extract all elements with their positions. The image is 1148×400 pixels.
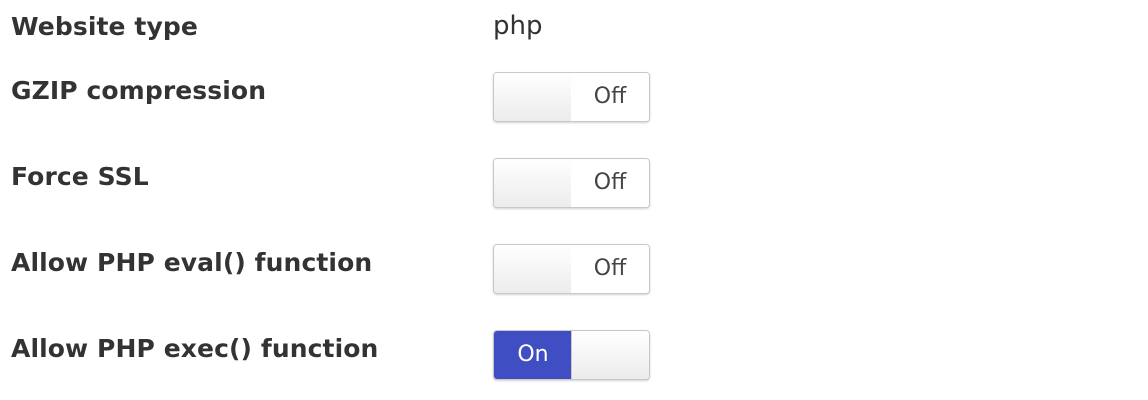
toggle-knob — [494, 159, 572, 207]
toggle-knob — [494, 73, 572, 121]
toggle-state-text: Off — [571, 245, 649, 293]
website-type-value: php — [493, 11, 543, 41]
php-eval-label: Allow PHP eval() function — [11, 248, 373, 277]
php-exec-label: Allow PHP exec() function — [11, 334, 379, 363]
toggle-state-text: Off — [571, 159, 649, 207]
gzip-compression-toggle[interactable]: Off — [493, 72, 650, 122]
toggle-knob — [494, 245, 572, 293]
toggle-state-text: On — [494, 331, 572, 379]
toggle-knob — [571, 331, 649, 379]
toggle-state-text: Off — [571, 73, 649, 121]
gzip-compression-label: GZIP compression — [11, 76, 267, 105]
php-eval-toggle[interactable]: Off — [493, 244, 650, 294]
force-ssl-label: Force SSL — [11, 162, 149, 191]
force-ssl-toggle[interactable]: Off — [493, 158, 650, 208]
php-exec-toggle[interactable]: On — [493, 330, 650, 380]
website-type-label: Website type — [11, 12, 198, 41]
